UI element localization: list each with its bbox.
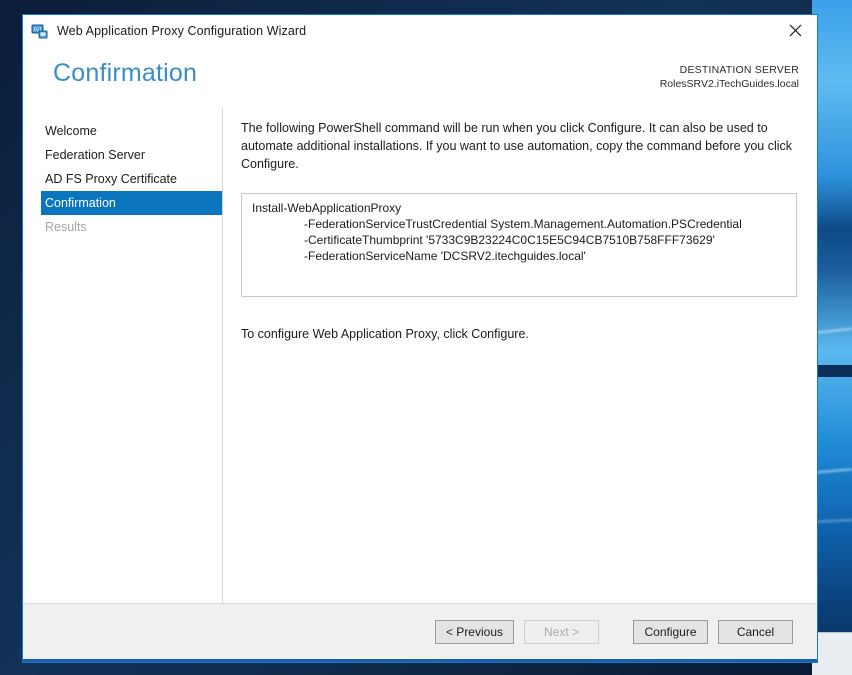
configure-button[interactable]: Configure [633, 620, 708, 644]
title-bar: Web Application Proxy Configuration Wiza… [23, 15, 817, 47]
wizard-content: The following PowerShell command will be… [223, 109, 817, 603]
wallpaper-glow [812, 0, 852, 675]
sidebar-item-federation-server[interactable]: Federation Server [23, 143, 222, 167]
close-icon[interactable] [773, 15, 817, 45]
cancel-button[interactable]: Cancel [718, 620, 793, 644]
wallpaper-band [812, 365, 852, 377]
command-parameter: -CertificateThumbprint '5733C9B23224C0C1… [252, 233, 786, 249]
previous-button[interactable]: < Previous [435, 620, 514, 644]
wizard-footer: < Previous Next > Configure Cancel [23, 603, 817, 659]
destination-server-block: DESTINATION SERVER RolesSRV2.iTechGuides… [660, 63, 799, 91]
command-cmdlet: Install-WebApplicationProxy [252, 201, 786, 217]
wizard-window: Web Application Proxy Configuration Wiza… [22, 14, 818, 663]
window-bottom-accent [23, 659, 817, 662]
server-proxy-icon [31, 22, 49, 40]
next-button: Next > [524, 620, 599, 644]
page-header: Confirmation DESTINATION SERVER RolesSRV… [23, 47, 817, 109]
powershell-command-box[interactable]: Install-WebApplicationProxy -FederationS… [241, 193, 797, 297]
intro-text: The following PowerShell command will be… [241, 119, 797, 173]
outro-text: To configure Web Application Proxy, clic… [241, 327, 797, 341]
page-title: Confirmation [53, 59, 197, 88]
command-parameter: -FederationServiceTrustCredential System… [252, 217, 786, 233]
destination-server-value: RolesSRV2.iTechGuides.local [660, 77, 799, 91]
wizard-body: Welcome Federation Server AD FS Proxy Ce… [23, 109, 817, 603]
sidebar-item-results: Results [23, 215, 222, 239]
sidebar-item-confirmation[interactable]: Confirmation [41, 191, 222, 215]
command-parameter: -FederationServiceName 'DCSRV2.itechguid… [252, 249, 786, 265]
sidebar-item-welcome[interactable]: Welcome [23, 119, 222, 143]
wizard-steps-nav: Welcome Federation Server AD FS Proxy Ce… [23, 109, 223, 603]
window-title: Web Application Proxy Configuration Wiza… [57, 24, 306, 38]
destination-server-label: DESTINATION SERVER [660, 63, 799, 77]
taskbar-edge [812, 632, 852, 675]
sidebar-item-ad-fs-proxy-certificate[interactable]: AD FS Proxy Certificate [23, 167, 222, 191]
